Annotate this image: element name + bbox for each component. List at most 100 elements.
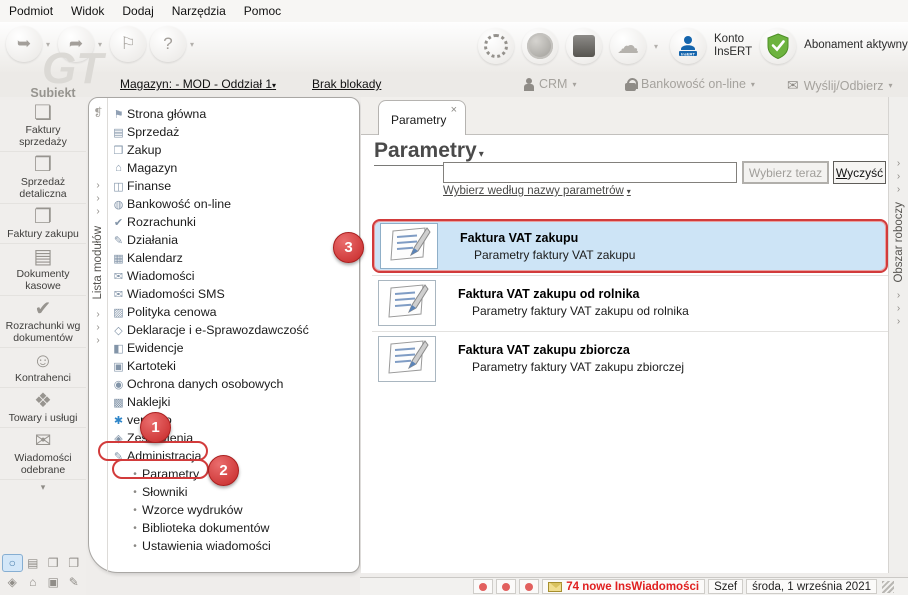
tree-item-wiadomosci-sms[interactable]: ✉ Wiadomości SMS (110, 285, 357, 303)
spinner-icon (484, 34, 508, 58)
tree-label: Ewidencje (127, 341, 184, 355)
chevron-down-icon[interactable] (190, 40, 194, 49)
konto-insert-icon[interactable]: InsERT (670, 28, 707, 64)
pin-icon[interactable]: ❡ (93, 106, 102, 119)
cloud-icon: ☁ (617, 33, 639, 58)
svg-text:InsERT: InsERT (681, 52, 695, 57)
tree-item-bankowosc-online[interactable]: ◍ Bankowość on-line (110, 195, 357, 213)
module-faktury-zakupu[interactable]: ❐ Faktury zakupu (0, 204, 86, 244)
wyslij-odbierz-dropdown[interactable]: ✉ Wyślij/Odbierz (787, 77, 897, 94)
mini-module-icon[interactable]: ▤ (23, 554, 44, 572)
warehouse-icon: ⌂ (115, 162, 122, 174)
tree-item-magazyn[interactable]: ⌂ Magazyn (110, 159, 357, 177)
help-icon[interactable]: ? (150, 26, 187, 62)
navigate-arrow-icon[interactable]: ➥ (6, 26, 42, 62)
tree-item-dzialania[interactable]: ✎ Działania (110, 231, 357, 249)
obszar-roboczy-strip[interactable]: › › › Obszar roboczy › › › (888, 97, 908, 573)
crm-dropdown[interactable]: CRM (524, 77, 580, 91)
tree-item-finanse[interactable]: ◫ Finanse (110, 177, 357, 195)
wybierz-teraz-button[interactable]: Wybierz teraz (742, 161, 829, 184)
mini-module-selected[interactable]: ○ (2, 554, 23, 572)
module-towary-i-uslugi[interactable]: ❖ Towary i usługi (0, 388, 86, 428)
tree-item-ustawienia-wiadomosci[interactable]: Ustawienia wiadomości (110, 537, 357, 555)
date-status[interactable]: środa, 1 września 2021 (746, 579, 877, 594)
user-status[interactable]: Szef (708, 579, 744, 594)
menu-widok[interactable]: Widok (62, 1, 113, 21)
brak-blokady-link[interactable]: Brak blokady (312, 77, 381, 91)
module-kontrahenci[interactable]: ☺ Kontrahenci (0, 348, 86, 388)
bankowosc-dropdown[interactable]: Bankowość on-line (625, 77, 759, 91)
tree-label: Wzorce wydruków (142, 503, 243, 517)
tree-item-kartoteki[interactable]: ▣ Kartoteki (110, 357, 357, 375)
tree-item-ochrona-danych[interactable]: ◉ Ochrona danych osobowych (110, 375, 357, 393)
envelope-icon (548, 581, 563, 592)
mini-module-icon[interactable]: ◈ (2, 573, 23, 591)
tree-item-rozrachunki[interactable]: ✔ Rozrachunki (110, 213, 357, 231)
module-tree-panel: ❡ › › › Lista modułów › › › ⚑ Strona głów… (88, 97, 360, 573)
tree-item-deklaracje[interactable]: ◇ Deklaracje i e-Sprawozdawczość (110, 321, 357, 339)
tree-item-naklejki[interactable]: ▩ Naklejki (110, 393, 357, 411)
tree-item-polityka-cenowa[interactable]: ▨ Polityka cenowa (110, 303, 357, 321)
person-stamp-icon: InsERT (679, 36, 698, 57)
sales-invoices-icon: ❏ (34, 102, 52, 124)
menu-narzedzia[interactable]: Narzędzia (163, 1, 235, 21)
sync-spinner-icon[interactable] (478, 28, 514, 64)
chevron-right-icon: › (896, 184, 901, 195)
menu-pomoc[interactable]: Pomoc (235, 1, 290, 21)
tab-parametry[interactable]: Parametry × (378, 100, 466, 135)
tree-label: Wiadomości (127, 269, 195, 283)
globe-icon[interactable] (522, 28, 558, 64)
tree-item-zakup[interactable]: ❒ Zakup (110, 141, 357, 159)
red-dot-icon (525, 582, 534, 591)
mini-module-icon[interactable]: ▣ (43, 573, 64, 591)
lista-modulow-strip[interactable]: ❡ › › › Lista modułów › › › (89, 98, 108, 572)
tree-item-slowniki[interactable]: Słowniki (110, 483, 357, 501)
tree-item-sprzedaz[interactable]: ▤ Sprzedaż (110, 123, 357, 141)
module-wiadomosci-odebrane[interactable]: ✉ Wiadomości odebrane (0, 428, 86, 480)
labels-icon: ▩ (113, 396, 124, 409)
abonament-shield-icon[interactable] (760, 28, 797, 64)
module-dokumenty-kasowe[interactable]: ▤ Dokumenty kasowe (0, 244, 86, 296)
mini-module-icon[interactable]: ✎ (64, 573, 85, 591)
main-toolbar: ➥ ➦ ⚐ ? ☁ InsERT Konto InsERT (0, 22, 908, 72)
module-rozrachunki-wg-dokumentow[interactable]: ✔ Rozrachunki wg dokumentów (0, 296, 86, 348)
magazyn-link[interactable]: Magazyn: - MOD - Oddział 1 (120, 77, 280, 91)
list-item-faktura-vat-zakupu[interactable]: Faktura VAT zakupu Parametry faktury VAT… (372, 219, 888, 273)
tree-item-wzorce-wydrukow[interactable]: Wzorce wydruków (110, 501, 357, 519)
tree-label: Kartoteki (127, 359, 176, 373)
mini-module-icon[interactable]: ⌂ (23, 573, 44, 591)
tree-item-strona-glowna[interactable]: ⚑ Strona główna (110, 105, 357, 123)
filter-by-name-link[interactable]: Wybierz według nazwy parametrów (443, 185, 635, 197)
mini-module-icon[interactable]: ❒ (43, 554, 64, 572)
annotation-step-2: 2 (208, 455, 239, 486)
chevron-down-icon (889, 81, 893, 90)
module-more-chevron-icon[interactable] (0, 480, 86, 495)
close-icon[interactable]: × (451, 104, 457, 116)
tree-label: Słowniki (142, 485, 188, 499)
tree-item-wiadomosci[interactable]: ✉ Wiadomości (110, 267, 357, 285)
parameter-list: Faktura VAT zakupu Parametry faktury VAT… (372, 219, 888, 385)
flag-icon[interactable]: ⚐ (110, 26, 147, 62)
status-indicator[interactable] (473, 579, 494, 594)
menu-dodaj[interactable]: Dodaj (113, 1, 162, 21)
status-indicator[interactable] (496, 579, 517, 594)
module-sprzedaz-detaliczna[interactable]: ❒ Sprzedaż detaliczna (0, 152, 86, 204)
bullet-icon (128, 469, 142, 480)
tree-item-biblioteka-dokumentow[interactable]: Biblioteka dokumentów (110, 519, 357, 537)
cloud-services-icon[interactable]: ☁ (610, 28, 646, 64)
parameter-search-input[interactable] (443, 162, 737, 183)
wyczysc-button[interactable]: Wyczyść (833, 161, 886, 184)
chevron-down-icon[interactable] (654, 42, 658, 51)
cube-icon[interactable] (566, 28, 602, 64)
list-item-faktura-vat-zakupu-zbiorcza[interactable]: Faktura VAT zakupu zbiorcza Parametry fa… (372, 331, 888, 385)
inswiadomosci-status[interactable]: 74 nowe InsWiadomości (542, 579, 706, 594)
tree-item-kalendarz[interactable]: ▦ Kalendarz (110, 249, 357, 267)
status-indicator[interactable] (519, 579, 540, 594)
resize-grip[interactable] (882, 580, 894, 593)
card-files-icon: ▣ (113, 360, 124, 373)
menu-podmiot[interactable]: Podmiot (0, 1, 62, 21)
list-item-faktura-vat-zakupu-od-rolnika[interactable]: Faktura VAT zakupu od rolnika Parametry … (372, 275, 888, 329)
module-faktury-sprzedazy[interactable]: ❏ Faktury sprzedaży (0, 100, 86, 152)
tree-item-ewidencje[interactable]: ◧ Ewidencje (110, 339, 357, 357)
mini-module-icon[interactable]: ❐ (64, 554, 85, 572)
